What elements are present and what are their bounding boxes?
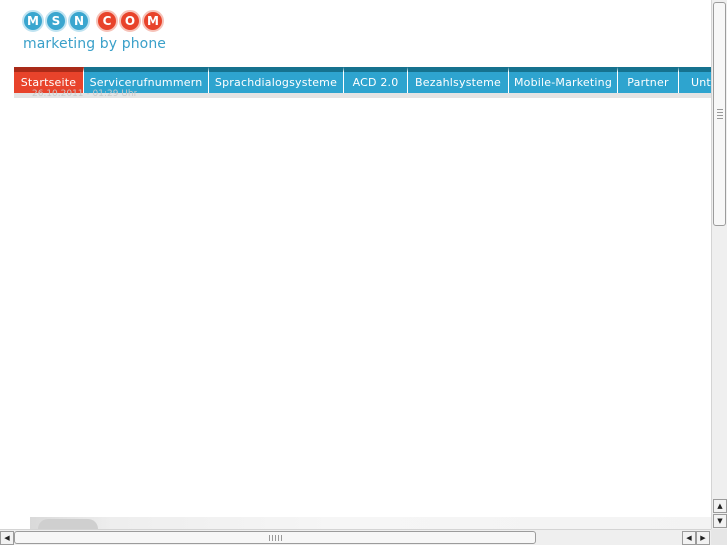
nav-item-sprachdialogsysteme[interactable]: Sprachdialogsysteme: [209, 67, 344, 93]
logo-letter: N: [68, 10, 90, 32]
logo-letter: O: [119, 10, 141, 32]
horizontal-scroll-thumb[interactable]: [14, 531, 536, 544]
logo-letter: S: [45, 10, 67, 32]
arrow-right-icon[interactable]: ▶: [696, 531, 710, 545]
nav-item-unternehmen[interactable]: Unte: [679, 67, 711, 93]
arrow-left-icon[interactable]: ◀: [0, 531, 14, 545]
arrow-down-icon[interactable]: ▼: [713, 514, 727, 528]
msn-com-logo[interactable]: M S N C O M marketing by phone: [22, 10, 172, 56]
logo-tagline: marketing by phone: [23, 36, 167, 52]
arrow-left-icon[interactable]: ◀: [682, 531, 696, 545]
logo-letter: M: [22, 10, 44, 32]
hero-image-peek: [30, 517, 711, 529]
scrollbar-corner: [711, 529, 727, 545]
date-time-text: 26.10.2011 - 01:29 Uhr: [32, 89, 138, 97]
nav-item-partner[interactable]: Partner: [618, 67, 679, 93]
page-viewport: M S N C O M marketing by phone Startseit…: [0, 0, 711, 529]
vertical-scrollbar[interactable]: ▲ ▼: [711, 0, 727, 529]
nav-item-mobile-marketing[interactable]: Mobile-Marketing: [509, 67, 618, 93]
logo-letter: C: [96, 10, 118, 32]
horizontal-scrollbar[interactable]: ◀ ◀ ▶: [0, 529, 711, 545]
logo-letters: M S N C O M: [22, 10, 164, 34]
vertical-scroll-thumb[interactable]: [713, 2, 726, 226]
nav-item-acd[interactable]: ACD 2.0: [344, 67, 408, 93]
grip-icon: [717, 109, 723, 121]
logo-letter: M: [142, 10, 164, 32]
grip-icon: [269, 535, 283, 541]
nav-item-bezahlsysteme[interactable]: Bezahlsysteme: [408, 67, 509, 93]
arrow-up-icon[interactable]: ▲: [713, 499, 727, 513]
hero-image-person: [38, 519, 98, 529]
